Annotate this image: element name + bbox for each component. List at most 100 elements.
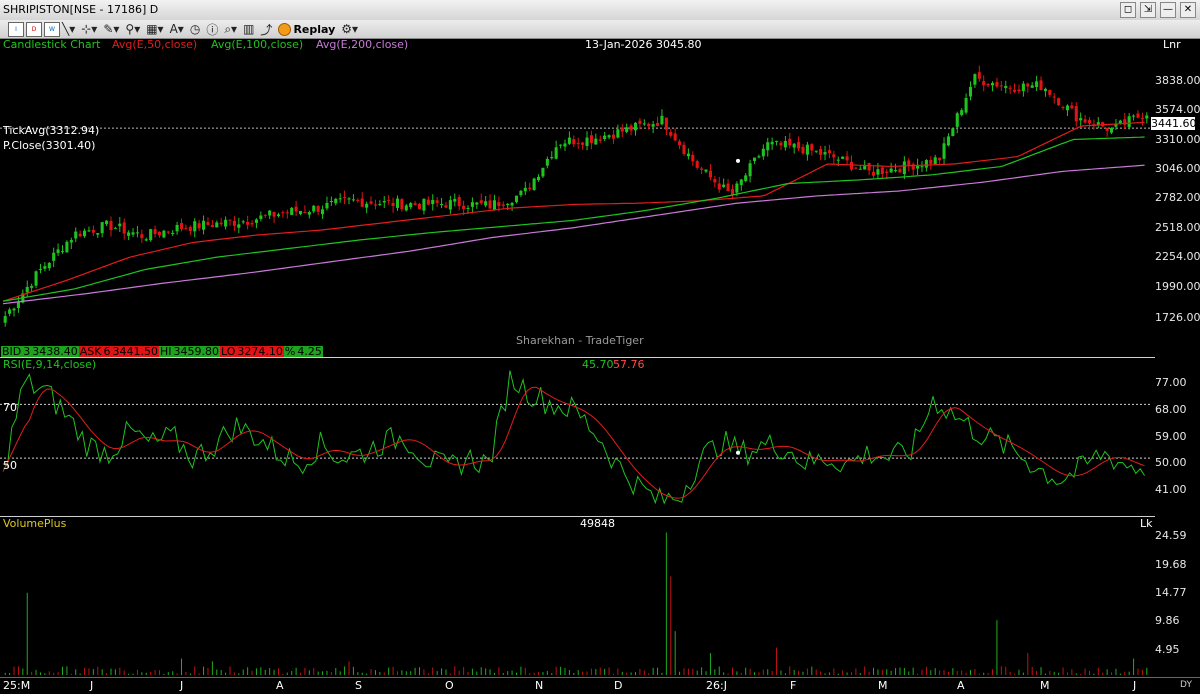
text-tool-icon[interactable]: A▾ bbox=[170, 22, 184, 36]
candle-body bbox=[924, 160, 928, 168]
chart-type-icon[interactable]: ⤴ bbox=[260, 21, 272, 38]
candle-body bbox=[1052, 96, 1056, 98]
volume-chart[interactable] bbox=[0, 517, 1200, 677]
candle-body bbox=[871, 171, 876, 176]
price-chart[interactable] bbox=[0, 38, 1200, 346]
rsi-crosshair-dot bbox=[736, 450, 740, 455]
candle-body bbox=[801, 147, 805, 154]
candle-body bbox=[157, 231, 162, 236]
candle-body bbox=[779, 142, 783, 146]
candle-body bbox=[885, 171, 889, 173]
month-label: A bbox=[276, 679, 284, 692]
candle-body bbox=[347, 198, 351, 200]
window-title: SHRIPISTON[NSE - 17186] D bbox=[3, 3, 159, 16]
candle-body bbox=[497, 202, 501, 206]
month-label: F bbox=[790, 679, 797, 692]
candle-body bbox=[52, 252, 56, 261]
rsi-legend: RSI(E,9,14,close) bbox=[3, 358, 97, 371]
candle-body bbox=[448, 200, 452, 210]
candle-body bbox=[726, 183, 730, 191]
replay-icon[interactable] bbox=[278, 22, 292, 36]
candle-body bbox=[832, 154, 836, 158]
legend-ema100: Avg(E,100,close) bbox=[211, 38, 304, 51]
candle-body bbox=[933, 157, 937, 164]
pin-icon[interactable]: ⇲ bbox=[1140, 2, 1156, 18]
template-icon[interactable]: ▦▾ bbox=[146, 22, 163, 36]
candle-body bbox=[1109, 128, 1114, 133]
scale-mode[interactable]: Lnr bbox=[1163, 38, 1181, 51]
candle-body bbox=[74, 231, 78, 239]
candle-body bbox=[316, 205, 320, 212]
candle-body bbox=[479, 200, 483, 204]
candle-body bbox=[995, 81, 999, 87]
candle-body bbox=[387, 199, 391, 201]
candle-body bbox=[60, 251, 65, 253]
candle-body bbox=[382, 201, 386, 203]
title-bar: SHRIPISTON[NSE - 17186] D ◻ ⇲ — ✕ bbox=[0, 0, 1200, 21]
price-crosshair-dot bbox=[736, 158, 740, 163]
candle-body bbox=[232, 220, 236, 226]
candle-body bbox=[1026, 83, 1030, 87]
candle-body bbox=[942, 143, 946, 159]
intraday-icon[interactable]: I bbox=[8, 21, 24, 37]
period-corner[interactable]: DY bbox=[1180, 680, 1192, 690]
candle-body bbox=[466, 207, 470, 209]
candle-body bbox=[453, 198, 457, 202]
candle-body bbox=[118, 223, 122, 227]
candle-body bbox=[722, 184, 726, 188]
candle-body bbox=[294, 206, 298, 212]
candle-body bbox=[766, 142, 770, 151]
candle-body bbox=[536, 176, 541, 181]
candle-body bbox=[34, 271, 38, 286]
replay-button[interactable]: Replay bbox=[293, 23, 335, 36]
candle-body bbox=[259, 215, 263, 220]
pen-icon[interactable]: ✎▾ bbox=[103, 22, 119, 36]
candle-body bbox=[321, 209, 325, 215]
candle-body bbox=[426, 199, 430, 205]
rsi-tick: 50.00 bbox=[1155, 456, 1187, 469]
rsi-chart[interactable] bbox=[0, 358, 1200, 516]
clock-icon[interactable]: ◷ bbox=[190, 22, 200, 36]
candle-body bbox=[109, 220, 113, 231]
candle-body bbox=[810, 144, 814, 151]
weekly-icon[interactable]: W bbox=[44, 21, 60, 37]
candle-body bbox=[179, 223, 184, 229]
settings-icon[interactable]: ⚙▾ bbox=[341, 22, 358, 36]
candle-body bbox=[1065, 105, 1070, 111]
search-icon[interactable]: ⌕▾ bbox=[224, 22, 237, 37]
info-icon[interactable]: ⓘ bbox=[206, 21, 218, 38]
tick-average: TickAvg(3312.94) bbox=[3, 124, 100, 137]
candle-body bbox=[541, 167, 545, 177]
price-tick: 2782.00 bbox=[1155, 191, 1200, 204]
candle-body bbox=[633, 122, 638, 131]
candle-body bbox=[171, 232, 175, 234]
candle-body bbox=[56, 249, 60, 253]
legend-ema200: Avg(E,200,close) bbox=[316, 38, 409, 51]
restore-icon[interactable]: ◻ bbox=[1120, 2, 1136, 18]
candle-body bbox=[417, 203, 422, 209]
candle-body bbox=[91, 229, 95, 233]
zoom-icon[interactable]: ⚲▾ bbox=[125, 22, 140, 36]
candle-body bbox=[655, 122, 660, 126]
chart-toolbar: I D W ╲▾ ⊹▾ ✎▾ ⚲▾ ▦▾ A▾ ◷ ⓘ ⌕▾ ▥ ⤴ Repla… bbox=[0, 20, 1200, 39]
candle-body bbox=[669, 132, 673, 136]
candle-body bbox=[1008, 87, 1012, 89]
daily-icon[interactable]: D bbox=[26, 21, 42, 37]
candle-body bbox=[757, 156, 761, 158]
volume-legend: VolumePlus bbox=[3, 517, 67, 530]
candle-body bbox=[792, 143, 796, 148]
minimize-icon[interactable]: — bbox=[1160, 2, 1176, 18]
close-icon[interactable]: ✕ bbox=[1180, 2, 1196, 18]
candle-body bbox=[823, 152, 827, 155]
month-label: A bbox=[957, 679, 965, 692]
price-tick: 3574.00 bbox=[1155, 103, 1200, 116]
candle-body bbox=[369, 201, 373, 204]
indicator-icon[interactable]: ▥ bbox=[243, 22, 254, 36]
candle-body bbox=[651, 124, 655, 127]
candle-body bbox=[43, 266, 47, 269]
candle-body bbox=[457, 197, 461, 207]
draw-line-icon[interactable]: ╲▾ bbox=[62, 22, 75, 36]
line-tool-icon[interactable]: ⊹▾ bbox=[81, 22, 97, 36]
candle-body bbox=[955, 113, 959, 127]
candle-body bbox=[730, 189, 735, 195]
